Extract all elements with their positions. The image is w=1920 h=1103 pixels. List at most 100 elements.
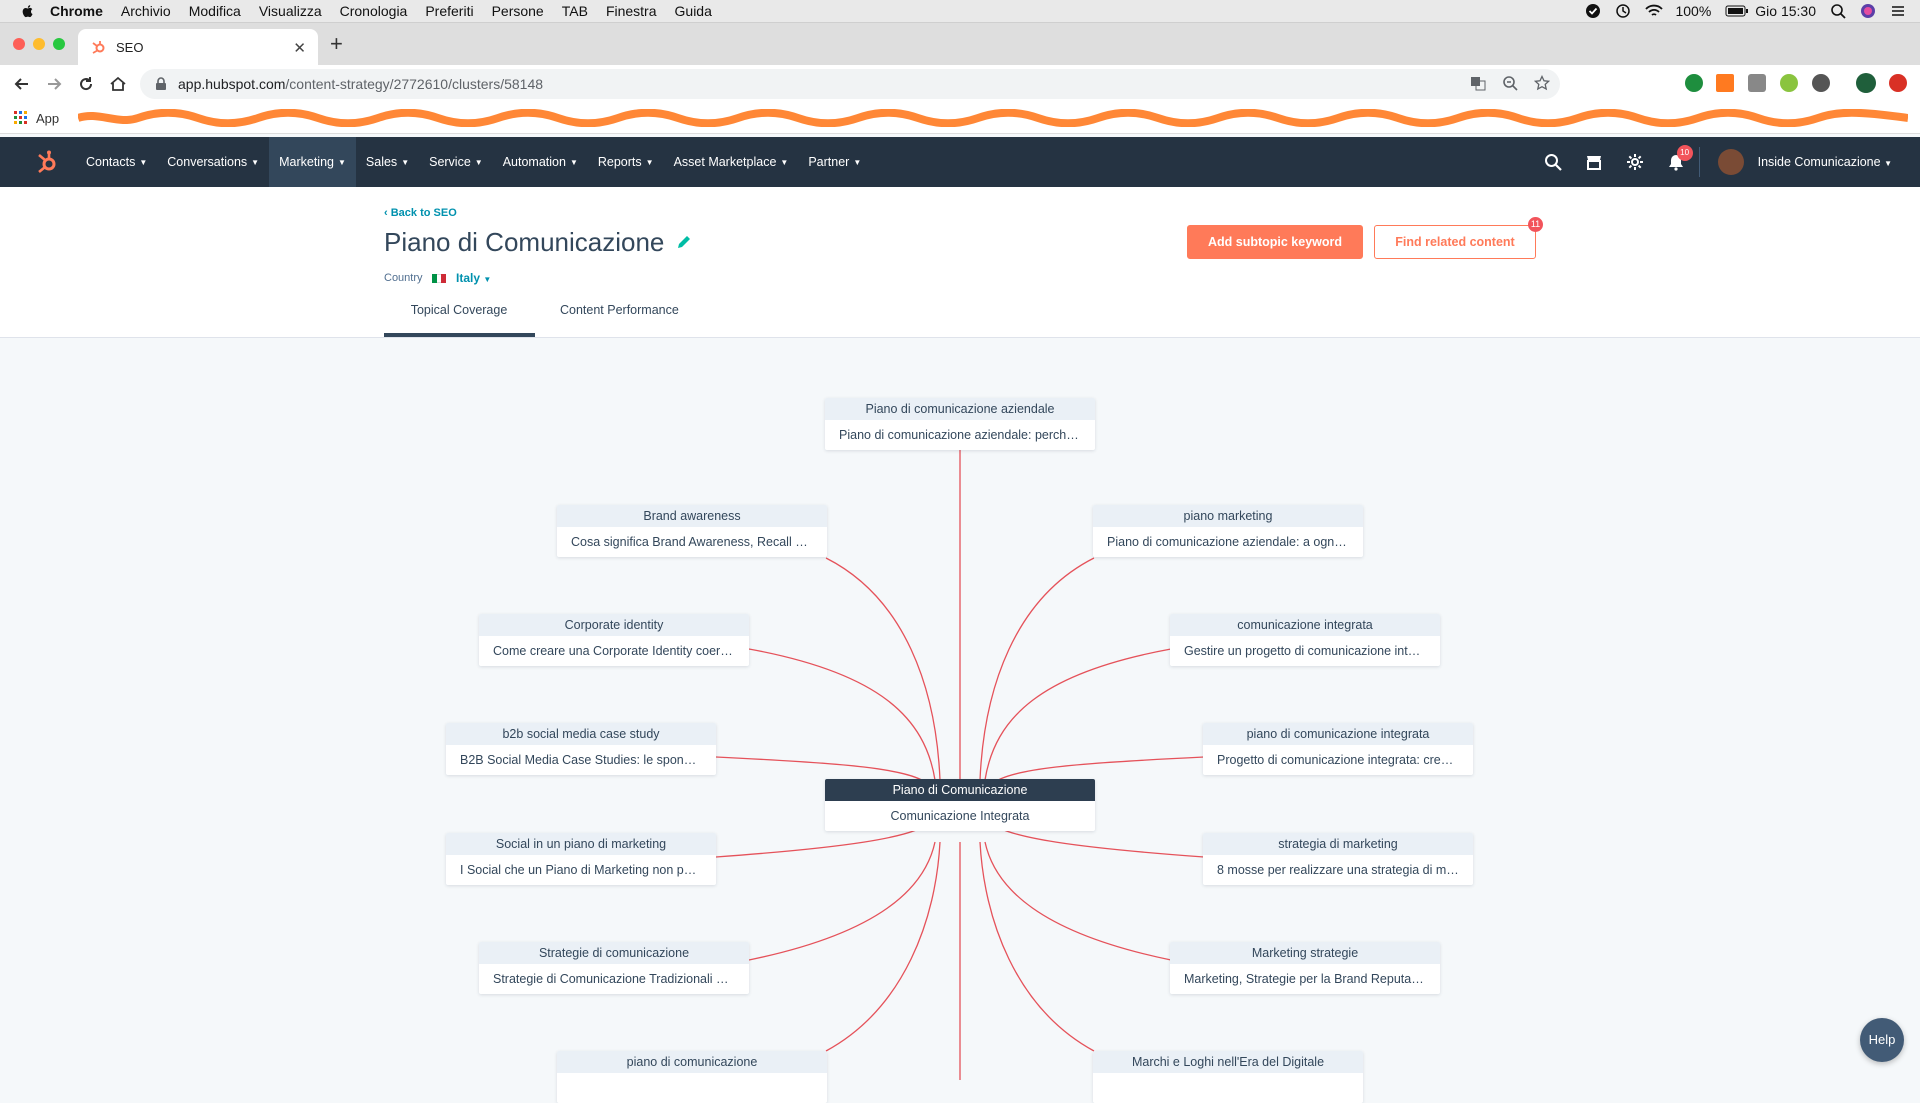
zoom-icon[interactable]	[1502, 75, 1518, 91]
topic-card[interactable]: b2b social media case study B2B Social M…	[446, 723, 716, 775]
topic-keyword: piano di comunicazione	[557, 1051, 827, 1073]
topic-card[interactable]: strategia di marketing 8 mosse per reali…	[1203, 833, 1473, 885]
topic-card[interactable]: piano marketing Piano di comunicazione a…	[1093, 505, 1363, 557]
help-button[interactable]: Help	[1860, 1018, 1904, 1062]
bookmark-star-icon[interactable]	[1534, 75, 1550, 91]
control-center-icon[interactable]	[1890, 3, 1906, 19]
back-to-seo-link[interactable]: ‹ Back to SEO	[384, 207, 457, 219]
topic-card[interactable]: Social in un piano di marketing I Social…	[446, 833, 716, 885]
topic-card[interactable]: Marketing strategie Marketing, Strategie…	[1170, 942, 1440, 994]
chevron-down-icon: ▼	[251, 157, 260, 167]
address-bar[interactable]: app.hubspot.com/content-strategy/2772610…	[140, 69, 1560, 99]
tab-topical-coverage[interactable]: Topical Coverage	[384, 303, 534, 317]
avatar[interactable]	[1717, 149, 1744, 175]
menu-preferiti[interactable]: Preferiti	[425, 3, 473, 19]
bookmark-apps[interactable]: App	[36, 111, 59, 126]
caret-down-icon: ▼	[483, 275, 492, 284]
nav-marketing[interactable]: Marketing ▼	[269, 137, 356, 187]
topic-card[interactable]: comunicazione integrata Gestire un proge…	[1170, 614, 1440, 666]
account-menu[interactable]: Inside Comunicazione ▼	[1758, 155, 1892, 169]
nav-conversations[interactable]: Conversations ▼	[157, 137, 269, 187]
extension-camera-icon[interactable]	[1748, 74, 1766, 92]
extension-w-icon[interactable]	[1780, 74, 1798, 92]
topic-card[interactable]: Marchi e Loghi nell'Era del Digitale	[1093, 1051, 1363, 1103]
nav-contacts[interactable]: Contacts ▼	[76, 137, 157, 187]
topic-card[interactable]: Strategie di comunicazione Strategie di …	[479, 942, 749, 994]
menu-guida[interactable]: Guida	[675, 3, 712, 19]
add-subtopic-keyword-button[interactable]: Add subtopic keyword	[1187, 225, 1363, 259]
home-icon[interactable]	[108, 74, 128, 94]
menu-visualizza[interactable]: Visualizza	[259, 3, 322, 19]
pillar-content-title: Comunicazione Integrata	[890, 809, 1030, 823]
country-dropdown[interactable]: Italy ▼	[456, 271, 491, 285]
connector-line	[979, 841, 1095, 1052]
apps-grid-icon[interactable]	[14, 111, 28, 125]
search-icon[interactable]	[1544, 153, 1562, 171]
translate-icon[interactable]	[1470, 75, 1486, 91]
nav-asset-marketplace[interactable]: Asset Marketplace ▼	[664, 137, 799, 187]
macos-menu-bar: Chrome Archivio Modifica Visualizza Cron…	[0, 0, 1920, 23]
topic-card[interactable]: piano di comunicazione	[557, 1051, 827, 1103]
spotlight-search-icon[interactable]	[1830, 3, 1846, 19]
tab-close-icon[interactable]: ✕	[293, 39, 306, 57]
profile-avatar-icon[interactable]	[1856, 73, 1876, 93]
chevron-down-icon: ▼	[645, 157, 654, 167]
menu-persone[interactable]: Persone	[492, 3, 544, 19]
nav-reports-label: Reports	[597, 155, 642, 169]
menu-cronologia[interactable]: Cronologia	[340, 3, 408, 19]
menu-archivio[interactable]: Archivio	[121, 3, 171, 19]
find-related-content-button[interactable]: Find related content	[1374, 225, 1536, 259]
settings-gear-icon[interactable]	[1626, 153, 1644, 171]
nav-automation[interactable]: Automation ▼	[493, 137, 588, 187]
extension-eye-icon[interactable]	[1812, 74, 1830, 92]
edit-pencil-icon[interactable]	[676, 234, 692, 250]
active-tab-indicator	[384, 333, 535, 337]
menu-finestra[interactable]: Finestra	[606, 3, 657, 19]
topic-card[interactable]: Corporate identity Come creare una Corpo…	[479, 614, 749, 666]
topic-card[interactable]: Piano di comunicazione aziendale Piano d…	[825, 398, 1095, 450]
notifications-bell-icon[interactable]: 10	[1667, 145, 1693, 171]
back-arrow-icon[interactable]	[12, 74, 32, 94]
related-content-count-badge: 11	[1528, 217, 1543, 232]
connector-line	[825, 841, 941, 1052]
extension-red-icon[interactable]	[1889, 74, 1907, 92]
siri-icon[interactable]	[1860, 3, 1876, 19]
wifi-icon[interactable]	[1645, 3, 1664, 19]
pillar-page-card[interactable]: Piano di Comunicazione Comunicazione Int…	[825, 779, 1095, 831]
topic-content-title	[1093, 1073, 1363, 1103]
topic-card[interactable]: Brand awareness Cosa significa Brand Awa…	[557, 505, 827, 557]
menu-chrome[interactable]: Chrome	[50, 3, 103, 19]
bookmarks-bar: App	[0, 103, 1920, 134]
account-name: Inside Comunicazione	[1757, 155, 1881, 169]
time-machine-icon[interactable]	[1615, 3, 1631, 19]
reload-icon[interactable]	[76, 74, 96, 94]
browser-tab-seo[interactable]: SEO ✕	[78, 29, 318, 65]
topic-keyword: Social in un piano di marketing	[446, 833, 716, 855]
forward-arrow-icon[interactable]	[44, 74, 64, 94]
battery-icon[interactable]	[1725, 3, 1749, 19]
nav-divider	[1698, 147, 1700, 177]
nav-sales[interactable]: Sales ▼	[356, 137, 419, 187]
topic-keyword: comunicazione integrata	[1170, 614, 1440, 636]
minimize-window-button[interactable]	[33, 38, 45, 50]
topic-content-title: B2B Social Media Case Studies: le sponso…	[460, 753, 716, 767]
status-check-icon[interactable]	[1585, 3, 1601, 19]
nav-reports[interactable]: Reports ▼	[588, 137, 664, 187]
extension-chart-icon[interactable]	[1716, 74, 1734, 92]
hubspot-top-nav: Contacts ▼ Conversations ▼ Marketing ▼ Sale…	[0, 137, 1920, 187]
zoom-window-button[interactable]	[53, 38, 65, 50]
menu-modifica[interactable]: Modifica	[189, 3, 241, 19]
topic-content-title: Piano di comunicazione aziendale: perché…	[839, 428, 1095, 442]
hubspot-logo-icon[interactable]	[34, 149, 60, 175]
close-window-button[interactable]	[13, 38, 25, 50]
tab-content-performance[interactable]: Content Performance	[560, 303, 679, 317]
lock-icon[interactable]	[154, 77, 168, 91]
menu-tab[interactable]: TAB	[562, 3, 588, 19]
extension-green-icon[interactable]	[1685, 74, 1703, 92]
marketplace-icon[interactable]	[1585, 153, 1603, 171]
topic-card[interactable]: piano di comunicazione integrata Progett…	[1203, 723, 1473, 775]
apple-icon[interactable]	[20, 3, 36, 19]
nav-partner[interactable]: Partner ▼	[798, 137, 871, 187]
nav-service[interactable]: Service ▼	[419, 137, 493, 187]
new-tab-button[interactable]: +	[330, 33, 343, 55]
